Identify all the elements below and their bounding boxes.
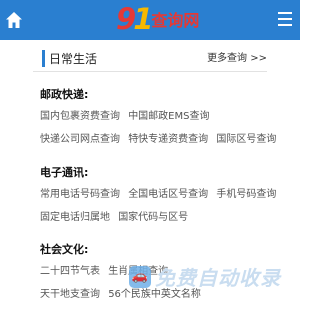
link-domestic-parcel-rates[interactable]: 国内包裹资费查询	[40, 111, 120, 122]
watermark: 🚗 免费自动收录	[129, 262, 281, 291]
link-common-phone-numbers[interactable]: 常用电话号码查询	[40, 189, 120, 200]
section-accent-bar	[42, 50, 45, 67]
section-header: 日常生活 更多查询 >>	[33, 46, 267, 72]
watermark-text: 免费自动收录	[155, 266, 281, 290]
link-solar-terms[interactable]: 二十四节气表	[40, 266, 100, 277]
home-icon[interactable]	[5, 11, 23, 29]
category-telecom: 电子通讯: 常用电话号码查询 全国电话区号查询 手机号码查询 固定电话归属地 国…	[40, 166, 290, 234]
logo-text: 查询网	[151, 11, 200, 30]
link-heavenly-stems[interactable]: 天干地支查询	[40, 289, 100, 300]
top-header-bar: 91 查询网	[0, 0, 300, 40]
more-queries-link[interactable]: 更多查询 >>	[207, 52, 267, 66]
car-badge-icon: 🚗	[129, 265, 151, 288]
category-postal: 邮政快递: 国内包裹资费查询 中国邮政EMS查询 快递公司网点查询 特快专递资费…	[40, 88, 290, 156]
menu-icon[interactable]	[278, 12, 292, 26]
link-express-rates[interactable]: 特快专递资费查询	[128, 134, 208, 145]
site-logo[interactable]: 91 查询网	[116, 4, 199, 34]
logo-digits: 91	[116, 2, 153, 36]
link-courier-branches[interactable]: 快递公司网点查询	[40, 134, 120, 145]
category-title: 社会文化:	[40, 243, 89, 256]
category-title: 邮政快递:	[40, 88, 89, 101]
link-landline-location[interactable]: 固定电话归属地	[40, 212, 110, 223]
link-area-codes[interactable]: 全国电话区号查询	[128, 189, 208, 200]
link-international-codes[interactable]: 国际区号查询	[216, 134, 276, 145]
link-mobile-lookup[interactable]: 手机号码查询	[216, 189, 276, 200]
link-country-codes[interactable]: 国家代码与区号	[118, 212, 188, 223]
section-title: 日常生活	[49, 52, 98, 66]
link-ems-tracking[interactable]: 中国邮政EMS查询	[128, 111, 209, 122]
category-title: 电子通讯:	[40, 166, 89, 179]
